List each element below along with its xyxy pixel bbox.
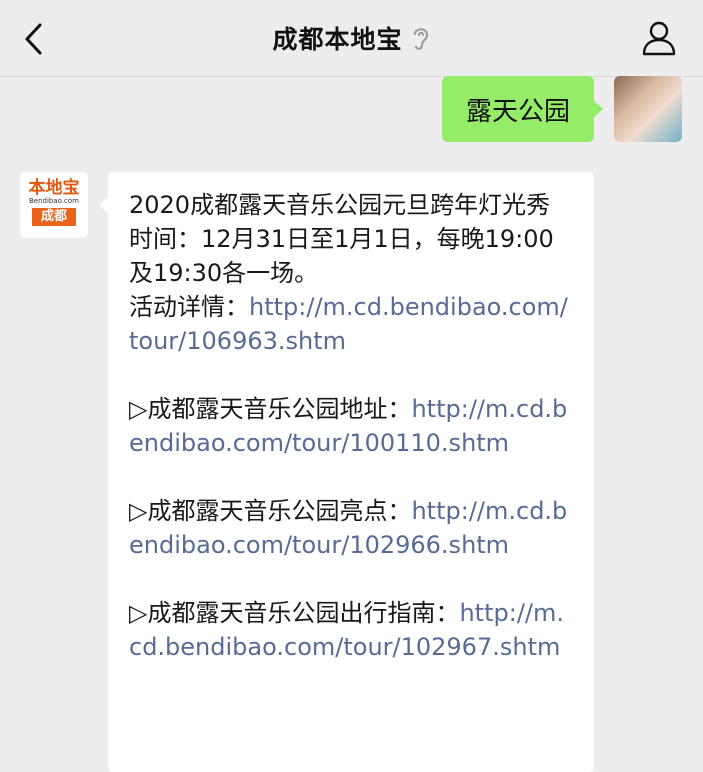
- user-message-bubble[interactable]: 露天公园: [442, 76, 603, 142]
- reply-title: 2020成都露天音乐公园元旦跨年灯光秀: [129, 191, 551, 219]
- bot-message-bubble[interactable]: 2020成都露天音乐公园元旦跨年灯光秀 时间：12月31日至1月1日，每晚19:…: [99, 172, 594, 772]
- user-avatar[interactable]: [614, 76, 682, 142]
- title-area: 成都本地宝: [0, 0, 703, 76]
- reply-time: 时间：12月31日至1月1日，每晚19:00及19:30各一场。: [129, 225, 554, 287]
- ear-icon: [413, 28, 428, 50]
- item-label: ▷成都露天音乐公园出行指南：: [129, 599, 460, 627]
- item-label: ▷成都露天音乐公园亮点：: [129, 497, 412, 525]
- item-label: ▷成都露天音乐公园地址：: [129, 395, 412, 423]
- chat-header: 成都本地宝: [0, 0, 703, 77]
- bot-avatar[interactable]: 本地宝 Bendibao.com 成都: [20, 172, 88, 238]
- reply-item: ▷成都露天音乐公园地址：http://m.cd.bendibao.com/tou…: [129, 392, 572, 460]
- reply-item: ▷成都露天音乐公园出行指南：http://m.cd.bendibao.com/t…: [129, 596, 572, 664]
- chat-title: 成都本地宝: [272, 25, 403, 54]
- reply-item: ▷成都露天音乐公园亮点：http://m.cd.bendibao.com/tou…: [129, 494, 572, 562]
- logo-main-text: 本地宝: [28, 178, 80, 198]
- detail-label: 活动详情：: [129, 293, 249, 321]
- logo-city-text: 成都: [32, 208, 76, 226]
- person-icon[interactable]: [641, 20, 677, 56]
- reply-detail: 活动详情：http://m.cd.bendibao.com/tour/10696…: [129, 290, 572, 358]
- logo-sub-text: Bendibao.com: [28, 197, 79, 205]
